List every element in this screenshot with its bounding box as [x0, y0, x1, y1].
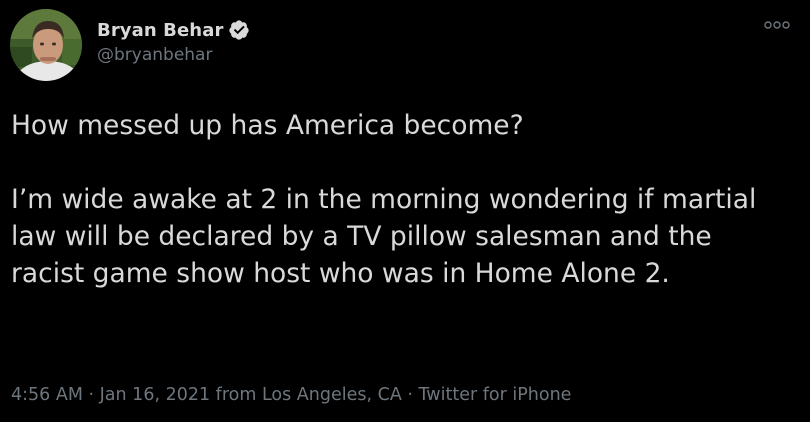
meta-from-prefix: from	[210, 385, 262, 405]
avatar[interactable]	[10, 9, 82, 81]
avatar-photo	[10, 9, 82, 81]
verified-badge-icon	[228, 19, 250, 41]
author-names: Bryan Behar @bryanbehar	[97, 6, 250, 78]
tweet-header: Bryan Behar @bryanbehar	[10, 8, 250, 82]
tweet-source[interactable]: Twitter for iPhone	[419, 385, 572, 405]
tweet-time[interactable]: 4:56 AM	[11, 385, 83, 405]
author-handle[interactable]: @bryanbehar	[97, 45, 250, 65]
meta-separator: ·	[82, 385, 100, 405]
display-name-row[interactable]: Bryan Behar	[97, 19, 250, 41]
tweet-card: Bryan Behar @bryanbehar How messed up ha…	[0, 0, 810, 422]
display-name[interactable]: Bryan Behar	[97, 20, 223, 41]
meta-separator-2: ·	[401, 385, 419, 405]
more-options-icon[interactable]	[764, 17, 790, 31]
tweet-location[interactable]: Los Angeles, CA	[262, 385, 402, 405]
tweet-text: How messed up has America become? I’m wi…	[11, 110, 757, 289]
tweet-meta: 4:56 AM · Jan 16, 2021 from Los Angeles,…	[11, 385, 571, 405]
tweet-date[interactable]: Jan 16, 2021	[100, 385, 210, 405]
